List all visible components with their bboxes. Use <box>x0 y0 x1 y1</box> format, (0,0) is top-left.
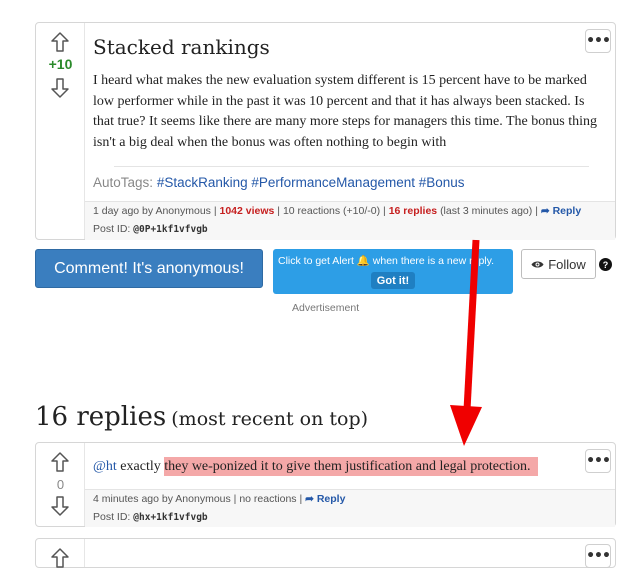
post-title: Stacked rankings <box>93 35 270 59</box>
post-id: @0P+1kf1vfvgb <box>133 224 208 235</box>
got-it-button[interactable]: Got it! <box>371 272 415 289</box>
post-id-label: Post ID: <box>93 511 131 523</box>
help-icon[interactable]: ? <box>599 258 612 271</box>
replies-heading: 16 replies (most recent on top) <box>35 402 368 432</box>
downvote-icon[interactable] <box>50 77 70 99</box>
autotags: AutoTags: #StackRanking #PerformanceMana… <box>93 175 465 190</box>
more-options-button[interactable]: ••• <box>585 449 611 473</box>
replies-count[interactable]: 16 replies <box>389 205 437 217</box>
reply-button[interactable]: ➦ Reply <box>305 493 345 505</box>
downvote-icon[interactable] <box>50 495 70 517</box>
reply-button[interactable]: ➦ Reply <box>541 205 581 217</box>
upvote-icon[interactable] <box>50 547 70 569</box>
follow-button[interactable]: Follow <box>521 249 596 279</box>
reaction-count[interactable]: no reactions <box>239 493 296 505</box>
view-count: 1042 views <box>219 205 275 217</box>
tag-link[interactable]: #PerformanceManagement <box>251 175 415 190</box>
reply-text-plain: exactly <box>120 459 161 474</box>
post-id: @hx+1kf1vfvgb <box>133 512 208 523</box>
more-options-button[interactable]: ••• <box>585 544 611 568</box>
vote-panel: +10 <box>36 23 85 239</box>
vote-panel: 0 <box>36 443 85 526</box>
reply-score: 0 <box>56 477 65 492</box>
main-post: +10 ••• Stacked rankings I heard what ma… <box>35 22 616 240</box>
reply-time: 4 minutes ago by Anonymous <box>93 493 231 505</box>
post-score: +10 <box>48 56 73 72</box>
last-reply-time: (last 3 minutes ago) <box>440 205 533 217</box>
alert-text-tail: when there is a new reply. <box>372 255 494 267</box>
mention-link[interactable]: @ht <box>93 459 117 474</box>
alert-text: Click to get Alert <box>278 255 354 267</box>
reply-icon: ➦ <box>305 493 314 505</box>
eye-icon <box>531 261 544 267</box>
reaction-count[interactable]: 10 reactions (+10/-0) <box>283 205 380 217</box>
advertisement-label: Advertisement <box>292 302 360 314</box>
reply-card-next: ••• <box>35 538 616 568</box>
tag-link[interactable]: #StackRanking <box>157 175 248 190</box>
comment-button[interactable]: Comment! It's anonymous! <box>35 249 263 288</box>
reply-text: @ht exactly they we-ponized it to give t… <box>93 457 539 476</box>
more-options-button[interactable]: ••• <box>585 29 611 53</box>
post-meta: 1 day ago by Anonymous | 1042 views | 10… <box>85 201 615 240</box>
replies-heading-order: (most recent on top) <box>171 408 369 430</box>
reply-icon: ➦ <box>540 205 550 217</box>
tag-link[interactable]: #Bonus <box>419 175 465 190</box>
post-id-label: Post ID: <box>93 223 131 235</box>
post-body: I heard what makes the new evaluation sy… <box>93 73 597 150</box>
upvote-icon[interactable] <box>50 451 70 473</box>
autotags-label: AutoTags: <box>93 175 154 190</box>
reply-card: 0 ••• @ht exactly they we-ponized it to … <box>35 442 616 527</box>
vote-panel <box>36 539 85 569</box>
follow-label: Follow <box>548 256 586 272</box>
replies-heading-count: 16 replies <box>35 402 167 432</box>
bell-icon: 🔔 <box>356 255 370 267</box>
post-time: 1 day ago by Anonymous <box>93 205 211 217</box>
alert-banner: Click to get Alert 🔔 when there is a new… <box>273 249 513 294</box>
divider <box>114 166 589 167</box>
upvote-icon[interactable] <box>50 31 70 53</box>
highlighted-text: they we-ponized it to give them justific… <box>164 457 539 476</box>
reply-meta: 4 minutes ago by Anonymous | no reaction… <box>85 489 615 527</box>
